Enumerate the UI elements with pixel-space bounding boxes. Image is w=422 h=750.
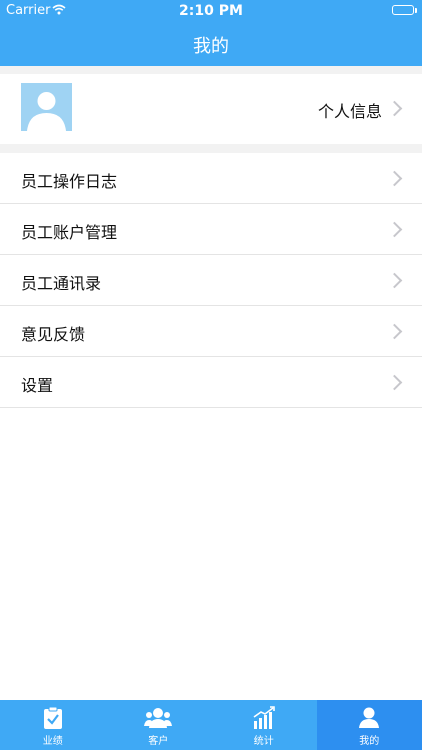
avatar-placeholder-icon bbox=[27, 92, 66, 131]
menu-item-label: 设置 bbox=[21, 376, 54, 395]
battery-icon bbox=[392, 5, 417, 15]
bar-chart-icon bbox=[252, 706, 276, 734]
tab-performance[interactable]: 业绩 bbox=[0, 700, 106, 750]
menu-item-label: 员工通讯录 bbox=[21, 274, 102, 293]
section-gap bbox=[0, 144, 422, 153]
tab-customers[interactable]: 客户 bbox=[106, 700, 212, 750]
chevron-right-icon bbox=[386, 323, 403, 340]
profile-row[interactable]: 个人信息 bbox=[0, 74, 422, 144]
page-title: 我的 bbox=[193, 36, 229, 57]
section-gap bbox=[0, 66, 422, 74]
chevron-right-icon bbox=[386, 374, 403, 391]
clipboard-check-icon bbox=[42, 706, 64, 734]
menu-item-label: 员工账户管理 bbox=[21, 223, 118, 242]
status-time: 2:10 PM bbox=[179, 3, 243, 19]
tab-label: 统计 bbox=[253, 736, 274, 747]
chevron-right-icon bbox=[386, 221, 403, 238]
menu-list: 员工操作日志 员工账户管理 员工通讯录 意见反馈 设置 bbox=[0, 153, 422, 408]
top-bar: Carrier 2:10 PM 我的 bbox=[0, 0, 422, 66]
tab-label: 业绩 bbox=[42, 736, 63, 747]
tab-bar: 业绩 客户 统计 我的 bbox=[0, 700, 422, 750]
menu-item-settings[interactable]: 设置 bbox=[0, 357, 422, 408]
chevron-right-icon bbox=[386, 100, 403, 117]
menu-item-label: 意见反馈 bbox=[21, 325, 86, 344]
users-icon bbox=[144, 706, 173, 734]
menu-item-account-management[interactable]: 员工账户管理 bbox=[0, 204, 422, 255]
person-icon bbox=[358, 706, 380, 734]
chevron-right-icon bbox=[386, 170, 403, 187]
avatar bbox=[21, 83, 72, 131]
chevron-right-icon bbox=[386, 272, 403, 289]
menu-item-feedback[interactable]: 意见反馈 bbox=[0, 306, 422, 357]
status-bar: Carrier 2:10 PM bbox=[0, 0, 422, 22]
tab-mine[interactable]: 我的 bbox=[316, 700, 422, 750]
tab-statistics[interactable]: 统计 bbox=[211, 700, 317, 750]
menu-item-operation-log[interactable]: 员工操作日志 bbox=[0, 153, 422, 204]
menu-item-contacts[interactable]: 员工通讯录 bbox=[0, 255, 422, 306]
tab-label: 客户 bbox=[148, 736, 169, 747]
profile-label: 个人信息 bbox=[317, 102, 382, 121]
menu-item-label: 员工操作日志 bbox=[21, 172, 118, 191]
tab-label: 我的 bbox=[359, 736, 380, 747]
